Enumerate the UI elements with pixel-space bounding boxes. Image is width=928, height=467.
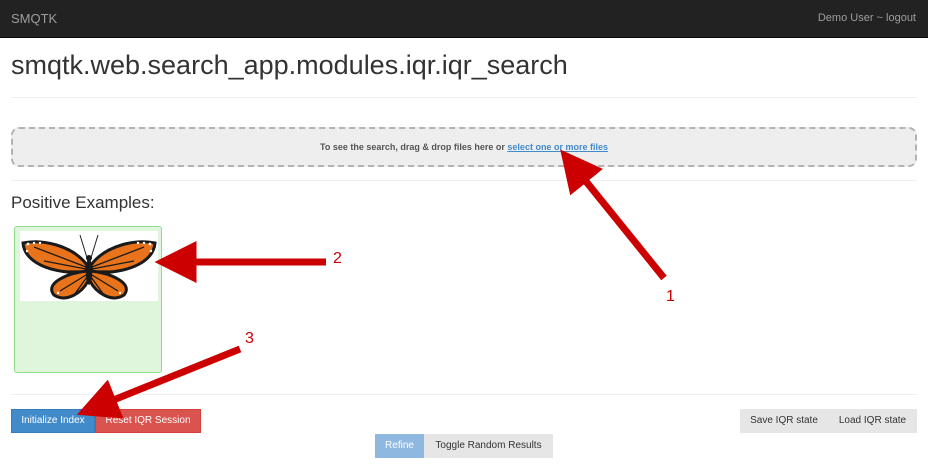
arrow-3: [76, 345, 242, 419]
annotation-arrows: [76, 149, 667, 419]
arrow-1: [560, 149, 667, 281]
annotation-number-1: 1: [666, 288, 675, 305]
annotation-number-2: 2: [333, 250, 342, 267]
annotation-number-3: 3: [245, 330, 254, 347]
